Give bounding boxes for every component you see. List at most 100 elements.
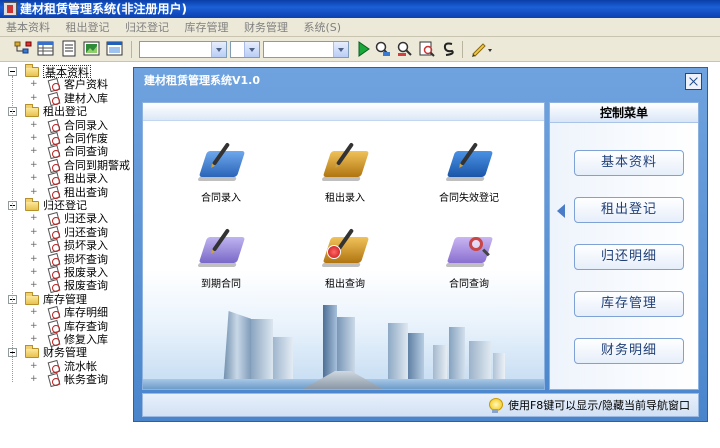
func-rent-out-query-label: 租出查询 [325,279,365,290]
folder-icon [25,104,39,118]
tree-item-label[interactable]: 合同录入 [64,119,108,132]
menu-item-rent-out[interactable]: 租出登记 [60,18,116,37]
tree-expand-toggle[interactable]: + [30,321,38,330]
tree-expand-toggle[interactable]: + [30,335,38,344]
chevron-down-icon[interactable] [333,42,348,57]
tree-expand-toggle[interactable]: + [30,308,38,317]
filter-combo-1[interactable] [139,41,227,58]
book-pen-icon [198,228,246,267]
pencil-icon[interactable] [470,40,494,58]
tree-group-label[interactable]: 租出登记 [43,105,87,118]
tree-expand-toggle[interactable]: + [30,93,38,102]
menu-item-finance[interactable]: 财务管理 [238,18,294,37]
tree-item-label[interactable]: 归还录入 [64,212,108,225]
tree-view-icon[interactable] [14,40,32,58]
play-icon[interactable] [354,40,372,58]
tree-expand-toggle[interactable]: + [30,375,38,384]
child-window-title: 建材租赁管理系统V1.0 [144,74,260,87]
menu-item-system[interactable]: 系统(S) [298,18,348,37]
find-next-icon[interactable] [396,40,414,58]
book-pen-icon [446,142,494,181]
tree-item-label[interactable]: 流水帐 [64,360,97,373]
tree-item-label[interactable]: 归还查询 [64,226,108,239]
tree-expand-toggle[interactable]: + [30,120,38,129]
tree-group-label[interactable]: 基本资料 [43,65,91,79]
tree-item-label[interactable]: 帐务查询 [64,373,108,386]
basic-info-button[interactable]: 基本资料 [574,150,684,176]
tree-expand-toggle[interactable]: + [30,268,38,277]
chevron-down-icon[interactable] [244,42,259,57]
form-icon [47,360,60,373]
tree-item-label[interactable]: 建材入库 [64,92,108,105]
tree-group-label[interactable]: 库存管理 [43,293,87,306]
tree-item-label[interactable]: 损坏录入 [64,239,108,252]
form-icon [47,266,60,279]
finance-detail-button[interactable]: 财务明细 [574,338,684,364]
tree-expand-toggle[interactable]: + [30,160,38,169]
tree-group-label[interactable]: 归还登记 [43,199,87,212]
image-view-icon[interactable] [83,40,101,58]
chevron-down-icon[interactable] [211,42,226,57]
tree-item-label[interactable]: 租出录入 [64,172,108,185]
func-contract-query[interactable]: 合同查询 [429,231,509,290]
tree-item-label[interactable]: 客户资料 [64,78,108,91]
tree-expand-toggle[interactable]: + [30,227,38,236]
replace-icon[interactable] [440,40,458,58]
menu-item-inventory[interactable]: 库存管理 [179,18,235,37]
rent-out-button[interactable]: 租出登记 [574,197,684,223]
window-view-icon[interactable] [106,40,124,58]
func-contract-query-label: 合同查询 [449,279,489,290]
tree-item-label[interactable]: 租出查询 [64,186,108,199]
tree-item-label[interactable]: 报废查询 [64,279,108,292]
tree-item-label[interactable]: 合同作废 [64,132,108,145]
navigation-hint-text: 使用F8键可以显示/隐藏当前导航窗口 [507,399,690,412]
tree-item-label[interactable]: 库存明细 [64,306,108,319]
form-icon [47,226,60,239]
tree-item-label[interactable]: 修复入库 [64,333,108,346]
toolbar-separator [462,41,463,58]
func-contract-void[interactable]: 合同失效登记 [429,142,509,204]
tree-expand-toggle[interactable]: + [30,281,38,290]
function-area: 合同录入 租出录入 合同失效登记 到期合同 租出查询 合同查询 [142,102,545,390]
tree-expand-toggle[interactable]: + [30,254,38,263]
func-expired-contracts[interactable]: 到期合同 [181,228,261,290]
tree-expand-toggle[interactable]: + [30,80,38,89]
book-magnifier-icon [446,231,494,267]
city-skyline-image [143,294,544,389]
form-icon [47,306,60,320]
function-area-header [143,103,544,121]
tree-item-label[interactable]: 合同查询 [64,145,108,158]
tree-expand-toggle[interactable]: + [30,241,38,250]
tree-expand-toggle[interactable]: + [30,134,38,143]
form-icon [47,212,60,226]
tree-expand-toggle[interactable]: + [30,174,38,183]
close-icon[interactable] [685,73,702,90]
filter-combo-2[interactable] [230,41,260,58]
filter-combo-3[interactable] [263,41,349,58]
func-contract-entry-label: 合同录入 [201,193,241,204]
func-rent-out-entry-label: 租出录入 [325,193,365,204]
menu-item-return[interactable]: 归还登记 [119,18,175,37]
tree-item-label[interactable]: 库存查询 [64,320,108,333]
inventory-button[interactable]: 库存管理 [574,291,684,317]
tree-expand-toggle[interactable]: + [30,187,38,196]
func-rent-out-query[interactable]: 租出查询 [305,228,385,290]
func-contract-void-label: 合同失效登记 [439,193,499,204]
tree-item-label[interactable]: 合同到期警戒 [64,159,130,172]
tree-expand-toggle[interactable]: + [30,214,38,223]
tree-expand-toggle[interactable]: + [30,361,38,370]
grid-view-icon[interactable] [37,40,55,58]
tree-expand-toggle[interactable]: + [30,147,38,156]
tree-item-label[interactable]: 损坏查询 [64,253,108,266]
search-document-icon[interactable] [418,40,436,58]
find-icon[interactable] [374,40,392,58]
func-rent-out-entry[interactable]: 租出录入 [305,142,385,204]
menu-item-basic[interactable]: 基本资料 [0,18,56,37]
func-contract-entry[interactable]: 合同录入 [181,142,261,204]
tree-item-label[interactable]: 报废录入 [64,266,108,279]
form-icon [47,320,60,333]
tree-collapse-toggle[interactable] [8,67,17,76]
document-icon[interactable] [60,40,78,58]
return-detail-button[interactable]: 归还明细 [574,244,684,270]
tree-group-label[interactable]: 财务管理 [43,346,87,359]
